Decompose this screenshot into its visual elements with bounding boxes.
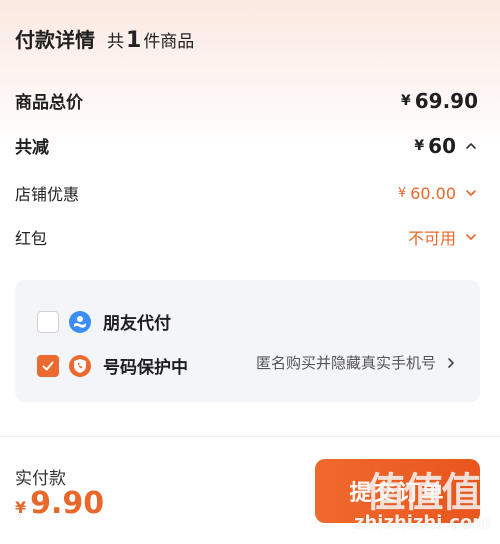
currency-symbol: ¥ <box>414 137 425 154</box>
chevron-right-icon[interactable] <box>444 356 458 370</box>
option-friend-pay[interactable]: 朋友代付 <box>37 309 171 334</box>
shield-phone-icon <box>69 354 91 377</box>
friend-pay-checkbox[interactable] <box>37 310 59 333</box>
discount-value[interactable]: ¥ 60 <box>414 134 478 158</box>
total-price-label: 商品总价 <box>15 93 83 113</box>
total-price-value: ¥ 69.90 <box>401 89 478 113</box>
item-count-prefix: 共 <box>107 32 124 52</box>
row-total-price: 商品总价 ¥ 69.90 <box>15 88 478 114</box>
friend-pay-label: 朋友代付 <box>103 314 171 334</box>
discount-label: 共减 <box>15 138 49 158</box>
shop-discount-value[interactable]: ¥ 60.00 <box>398 184 478 203</box>
chevron-up-icon[interactable] <box>464 139 478 153</box>
total-price-amount: 69.90 <box>414 88 478 113</box>
red-packet-label: 红包 <box>15 229 48 248</box>
friend-pay-icon <box>69 310 91 333</box>
item-count-suffix: 件商品 <box>143 32 195 52</box>
page-header: 付款详情 共 1 件商品 <box>15 24 194 53</box>
number-protection-checkbox[interactable] <box>37 354 59 377</box>
row-red-packet[interactable]: 红包 不可用 <box>15 225 478 249</box>
red-packet-status: 不可用 <box>407 229 456 248</box>
number-protection-desc-text: 匿名购买并隐藏真实手机号 <box>255 354 436 372</box>
actual-payment-value: ¥ 9.90 <box>15 486 104 521</box>
submit-order-button[interactable]: 提交订单 <box>315 459 480 523</box>
shop-discount-amount: 60.00 <box>410 183 456 203</box>
actual-payment-amount: 9.90 <box>30 486 105 521</box>
page-title: 付款详情 <box>15 28 95 52</box>
item-count-number: 1 <box>126 28 142 53</box>
currency-symbol: ¥ <box>400 92 411 109</box>
number-protection-desc[interactable]: 匿名购买并隐藏真实手机号 <box>256 352 458 373</box>
currency-symbol: ¥ <box>397 185 407 201</box>
red-packet-value[interactable]: 不可用 <box>408 225 478 249</box>
row-discount[interactable]: 共减 ¥ 60 <box>15 133 478 158</box>
chevron-down-icon[interactable] <box>464 230 478 244</box>
currency-symbol: ¥ <box>15 498 27 517</box>
row-shop-discount[interactable]: 店铺优惠 ¥ 60.00 <box>15 181 478 205</box>
discount-amount: 60 <box>428 133 456 158</box>
number-protection-label: 号码保护中 <box>103 358 188 378</box>
payment-options-card: 朋友代付 号码保护中 匿名购买并隐藏真实手机号 <box>15 280 480 402</box>
shop-discount-label: 店铺优惠 <box>15 185 80 204</box>
footer-divider <box>0 436 500 437</box>
chevron-down-icon[interactable] <box>464 186 478 200</box>
item-count: 共 1 件商品 <box>107 27 194 53</box>
option-number-protection[interactable]: 号码保护中 <box>37 353 188 378</box>
